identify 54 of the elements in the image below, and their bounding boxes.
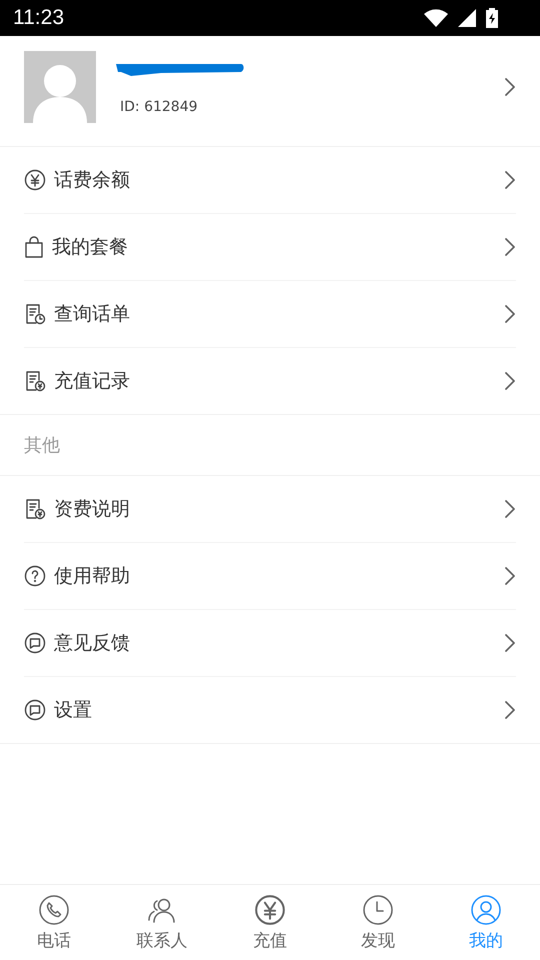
- chevron-right-icon: [504, 237, 516, 257]
- tab[interactable]: 充值: [216, 885, 324, 960]
- menu-label: 充值记录: [54, 369, 131, 394]
- menu-label: 资费说明: [54, 497, 131, 522]
- chat-icon: [24, 632, 46, 654]
- clock-icon: [362, 894, 394, 926]
- avatar-icon: [24, 51, 96, 123]
- tab-label: 电话: [37, 930, 71, 952]
- yen-circle-icon: [254, 894, 286, 926]
- receipt-yen-icon: [24, 370, 46, 392]
- tab[interactable]: 电话: [0, 885, 108, 960]
- menu-item[interactable]: 话费余额: [24, 147, 516, 214]
- menu-label: 意见反馈: [54, 631, 131, 656]
- menu-item[interactable]: 充值记录: [24, 348, 516, 414]
- chevron-right-icon: [504, 700, 516, 720]
- menu-item[interactable]: 设置: [24, 677, 516, 743]
- menu-item[interactable]: 我的套餐: [24, 214, 516, 281]
- battery-icon: [486, 8, 498, 28]
- chevron-right-icon: [504, 566, 516, 586]
- menu-label: 我的套餐: [52, 235, 129, 260]
- chevron-right-icon: [504, 499, 516, 519]
- section-title: 其他: [24, 434, 60, 457]
- signal-icon: [458, 9, 476, 27]
- wifi-icon: [424, 9, 448, 27]
- menu-label: 查询话单: [54, 302, 131, 327]
- chevron-right-icon: [504, 633, 516, 653]
- tab-label: 发现: [361, 930, 395, 952]
- tab-label: 充值: [253, 930, 287, 952]
- receipt-yen-icon: [24, 498, 46, 520]
- help-icon: [24, 565, 46, 587]
- status-time: 11:23: [13, 6, 64, 30]
- menu-item[interactable]: 使用帮助: [24, 543, 516, 610]
- receipt-clock-icon: [24, 303, 46, 325]
- user-circle-icon: [470, 894, 502, 926]
- menu-label: 使用帮助: [54, 564, 131, 589]
- tab-label: 我的: [469, 930, 503, 952]
- tab[interactable]: 联系人: [108, 885, 216, 960]
- profile-card[interactable]: ID: 612849: [0, 36, 540, 147]
- menu-label: 话费余额: [54, 168, 131, 193]
- chevron-right-icon: [504, 77, 516, 97]
- chevron-right-icon: [504, 304, 516, 324]
- menu-item[interactable]: 资费说明: [24, 476, 516, 543]
- tab-label: 联系人: [136, 930, 188, 952]
- bag-icon: [24, 236, 44, 258]
- menu-label: 设置: [54, 698, 93, 723]
- tab[interactable]: 发现: [324, 885, 432, 960]
- chevron-right-icon: [504, 170, 516, 190]
- phone-icon: [38, 894, 70, 926]
- chat-icon: [24, 699, 46, 721]
- user-id: ID: 612849: [119, 99, 199, 115]
- chevron-right-icon: [504, 371, 516, 391]
- yen-circle-icon: [24, 169, 46, 191]
- menu-item[interactable]: 查询话单: [24, 281, 516, 348]
- menu-item[interactable]: 意见反馈: [24, 610, 516, 677]
